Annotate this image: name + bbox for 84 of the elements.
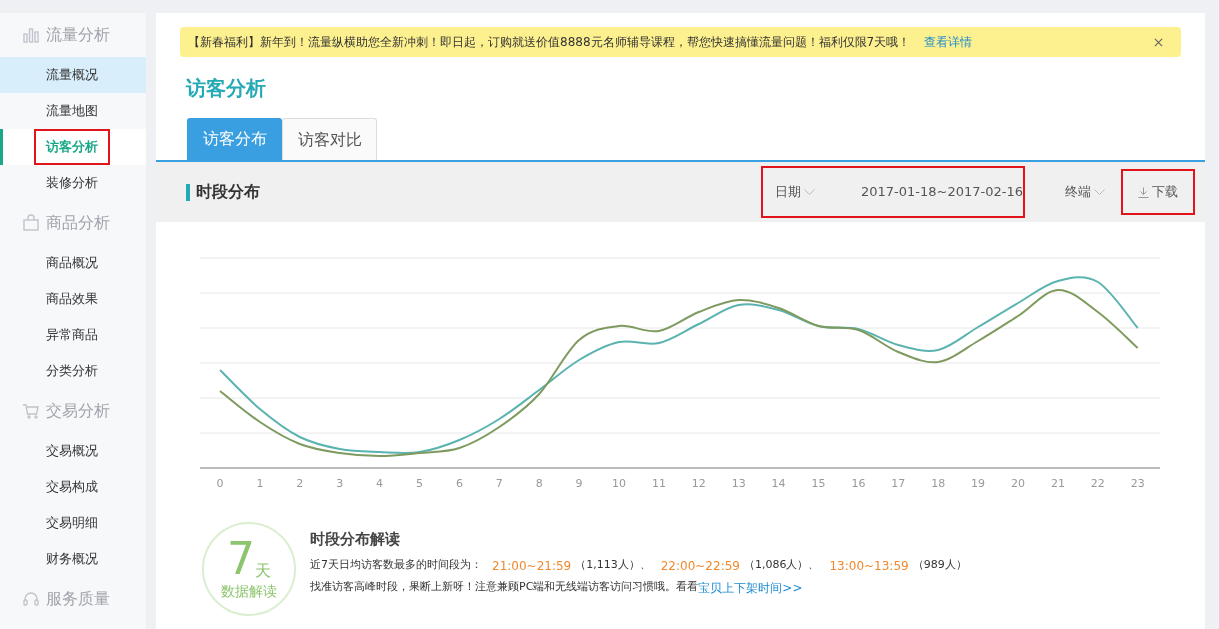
sidebar-item-label: 流量地图 [45, 102, 99, 121]
summary-title: 时段分布解读 [310, 529, 401, 550]
sidebar-item-label: 商品概况 [45, 254, 99, 273]
axis-label: 17 [891, 476, 906, 492]
sidebar-group-label: 交易分析 [46, 400, 110, 422]
axis-label: 7 [495, 476, 503, 492]
axis-label: 13 [731, 476, 746, 492]
axis-label: 2 [296, 476, 304, 492]
axis-label: 3 [336, 476, 344, 492]
tab[interactable]: 访客对比 [282, 118, 377, 160]
download-button[interactable]: 下载 [1121, 169, 1195, 215]
summary-text: 找准访客高峰时段，果断上新呀！注意兼顾PC端和无线端访客访问习惯哦。看看 [310, 579, 699, 596]
visitor-count: （989人） [912, 557, 967, 574]
axis-label: 22 [1090, 476, 1105, 492]
sidebar-item-label: 访客分析 [34, 129, 110, 165]
download-icon [1138, 186, 1149, 198]
axis-label: 20 [1011, 476, 1025, 492]
axis-label: 9 [575, 476, 583, 492]
sidebar-item-label: 交易概况 [45, 442, 99, 461]
sidebar-item-label: 分类分析 [45, 362, 99, 381]
listing-time-link[interactable]: 宝贝上下架时间>> [698, 578, 803, 597]
separator: 、 [808, 557, 820, 574]
close-icon[interactable] [1154, 37, 1163, 47]
axis-label: 5 [416, 476, 423, 492]
sidebar-item-label: 异常商品 [45, 326, 99, 345]
sidebar-item-label: 财务概况 [45, 550, 99, 569]
chevron-down-icon [1094, 189, 1105, 195]
sidebar-item[interactable]: 交易概况 [0, 433, 146, 469]
sidebar-group-label: 服务质量 [46, 588, 110, 610]
banner-text: 【新春福利】新年到！流量纵横助您全新冲刺！即日起，订购就送价值8888元名师辅导课程，帮您快速搞懂流量问题！福利仅限7天哦！ [188, 34, 911, 51]
sidebar-item[interactable]: 流量地图 [0, 93, 146, 129]
sidebar-item-label: 装修分析 [45, 174, 99, 193]
section-title: 时段分布 [196, 181, 260, 203]
axis-label: 19 [971, 476, 986, 492]
sidebar-item-label: 商品效果 [45, 290, 99, 309]
axis-label: 12 [691, 476, 706, 492]
sidebar-item-label: 交易明细 [45, 514, 99, 533]
axis-label: 10 [612, 476, 626, 492]
badge-number: 7 [227, 536, 255, 581]
sidebar-group-label: 流量分析 [46, 24, 110, 46]
bag-icon [22, 214, 40, 232]
sidebar-item[interactable]: 流量概况 [0, 57, 146, 93]
axis-label: 4 [376, 476, 384, 492]
bar-chart-icon [22, 26, 40, 44]
date-filter[interactable]: 日期 2017-01-18~2017-02-16 [761, 166, 1025, 218]
axis-label: 0 [216, 476, 224, 492]
axis-label: 14 [771, 476, 786, 492]
sidebar-item-label: 交易构成 [45, 478, 99, 497]
chevron-down-icon [804, 189, 815, 195]
axis-label: 11 [651, 476, 666, 492]
badge-unit: 天 [255, 560, 271, 581]
sidebar-item[interactable]: 商品概况 [0, 245, 146, 281]
axis-label: 21 [1050, 476, 1065, 492]
axis-label: 1 [256, 476, 264, 492]
axis-label: 23 [1130, 476, 1145, 492]
peak-time: 21:00~21:59 [492, 557, 572, 575]
summary-text: 近7天日均访客数最多的时间段为： [310, 557, 482, 574]
sidebar-item[interactable]: 交易构成 [0, 469, 146, 505]
visitor-count: （1,113人） [575, 557, 640, 574]
page-title: 访客分析 [186, 75, 267, 102]
sidebar-item[interactable]: 分类分析 [0, 353, 146, 389]
axis-label: 16 [851, 476, 866, 492]
terminal-filter[interactable]: 终端 [1065, 182, 1105, 202]
separator: 、 [639, 557, 651, 574]
sidebar-item-label: 流量概况 [45, 66, 99, 85]
sidebar-item[interactable]: 装修分析 [0, 165, 146, 201]
sidebar-group-label: 商品分析 [46, 212, 110, 234]
sidebar-item[interactable]: 财务概况 [0, 541, 146, 577]
cart-icon [22, 402, 40, 420]
axis-label: 8 [535, 476, 543, 492]
badge-caption: 数据解读 [221, 581, 277, 601]
terminal-label: 终端 [1065, 183, 1091, 202]
sidebar-item[interactable]: 异常商品 [0, 317, 146, 353]
axis-label: 18 [931, 476, 946, 492]
date-label: 日期 [775, 183, 801, 202]
headset-icon [22, 590, 40, 608]
date-range: 2017-01-18~2017-02-16 [861, 183, 1023, 202]
visitor-count: （1,086人） [743, 557, 809, 574]
axis-label: 6 [455, 476, 463, 492]
axis-label: 15 [811, 476, 826, 492]
peak-time: 13:00~13:59 [829, 557, 909, 575]
sidebar-item[interactable]: 交易明细 [0, 505, 146, 541]
peak-time: 22:00~22:59 [660, 557, 740, 575]
sidebar-item[interactable]: 商品效果 [0, 281, 146, 317]
